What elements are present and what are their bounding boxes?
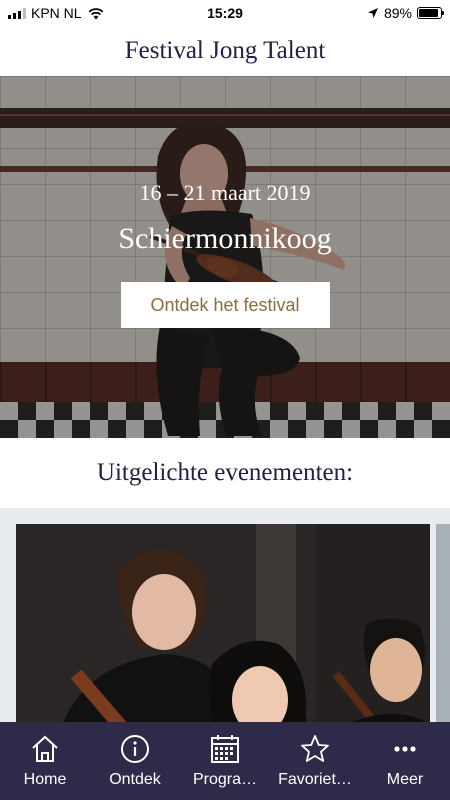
tab-programma[interactable]: Progra… — [180, 722, 270, 800]
festival-location: Schiermonnikoog — [118, 222, 332, 255]
tab-home[interactable]: Home — [0, 722, 90, 800]
hero-content: 16 – 21 maart 2019 Schiermonnikoog Ontde… — [0, 180, 450, 328]
tab-label: Favoriet… — [278, 771, 352, 788]
home-icon — [32, 735, 58, 762]
tab-label: Meer — [386, 771, 424, 788]
app-header: Festival Jong Talent — [0, 26, 450, 76]
tab-ontdek[interactable]: Ontdek — [90, 722, 180, 800]
status-right: 89% — [367, 5, 444, 21]
battery-fill — [419, 9, 438, 17]
tab-meer[interactable]: Meer — [360, 722, 450, 800]
featured-section-header: Uitgelichte evenementen: — [0, 438, 450, 508]
location-arrow-icon — [367, 8, 378, 18]
calendar-icon — [211, 735, 239, 763]
event-photo — [16, 524, 430, 722]
event-card[interactable] — [16, 524, 430, 722]
info-icon — [121, 735, 149, 763]
more-icon — [394, 746, 416, 752]
tab-bar: Home Ontdek Progra… Favoriet… Meer — [0, 722, 450, 800]
battery-percent: 89% — [383, 5, 412, 21]
tab-label: Ontdek — [109, 771, 161, 788]
battery-icon — [417, 7, 444, 19]
featured-events-carousel[interactable] — [0, 508, 450, 722]
app-title: Festival Jong Talent — [124, 37, 326, 64]
tab-label: Progra… — [192, 771, 258, 788]
event-card-peek[interactable] — [436, 524, 450, 722]
status-bar: KPN NL 15:29 89% — [0, 0, 450, 26]
festival-dates: 16 – 21 maart 2019 — [139, 180, 311, 205]
tab-label: Home — [23, 771, 67, 788]
discover-festival-button[interactable]: Ontdek het festival — [120, 282, 330, 328]
hero-banner: 16 – 21 maart 2019 Schiermonnikoog Ontde… — [0, 76, 450, 438]
featured-title: Uitgelichte evenementen: — [96, 459, 354, 486]
tab-favorieten[interactable]: Favoriet… — [270, 722, 360, 800]
star-icon — [301, 735, 329, 762]
